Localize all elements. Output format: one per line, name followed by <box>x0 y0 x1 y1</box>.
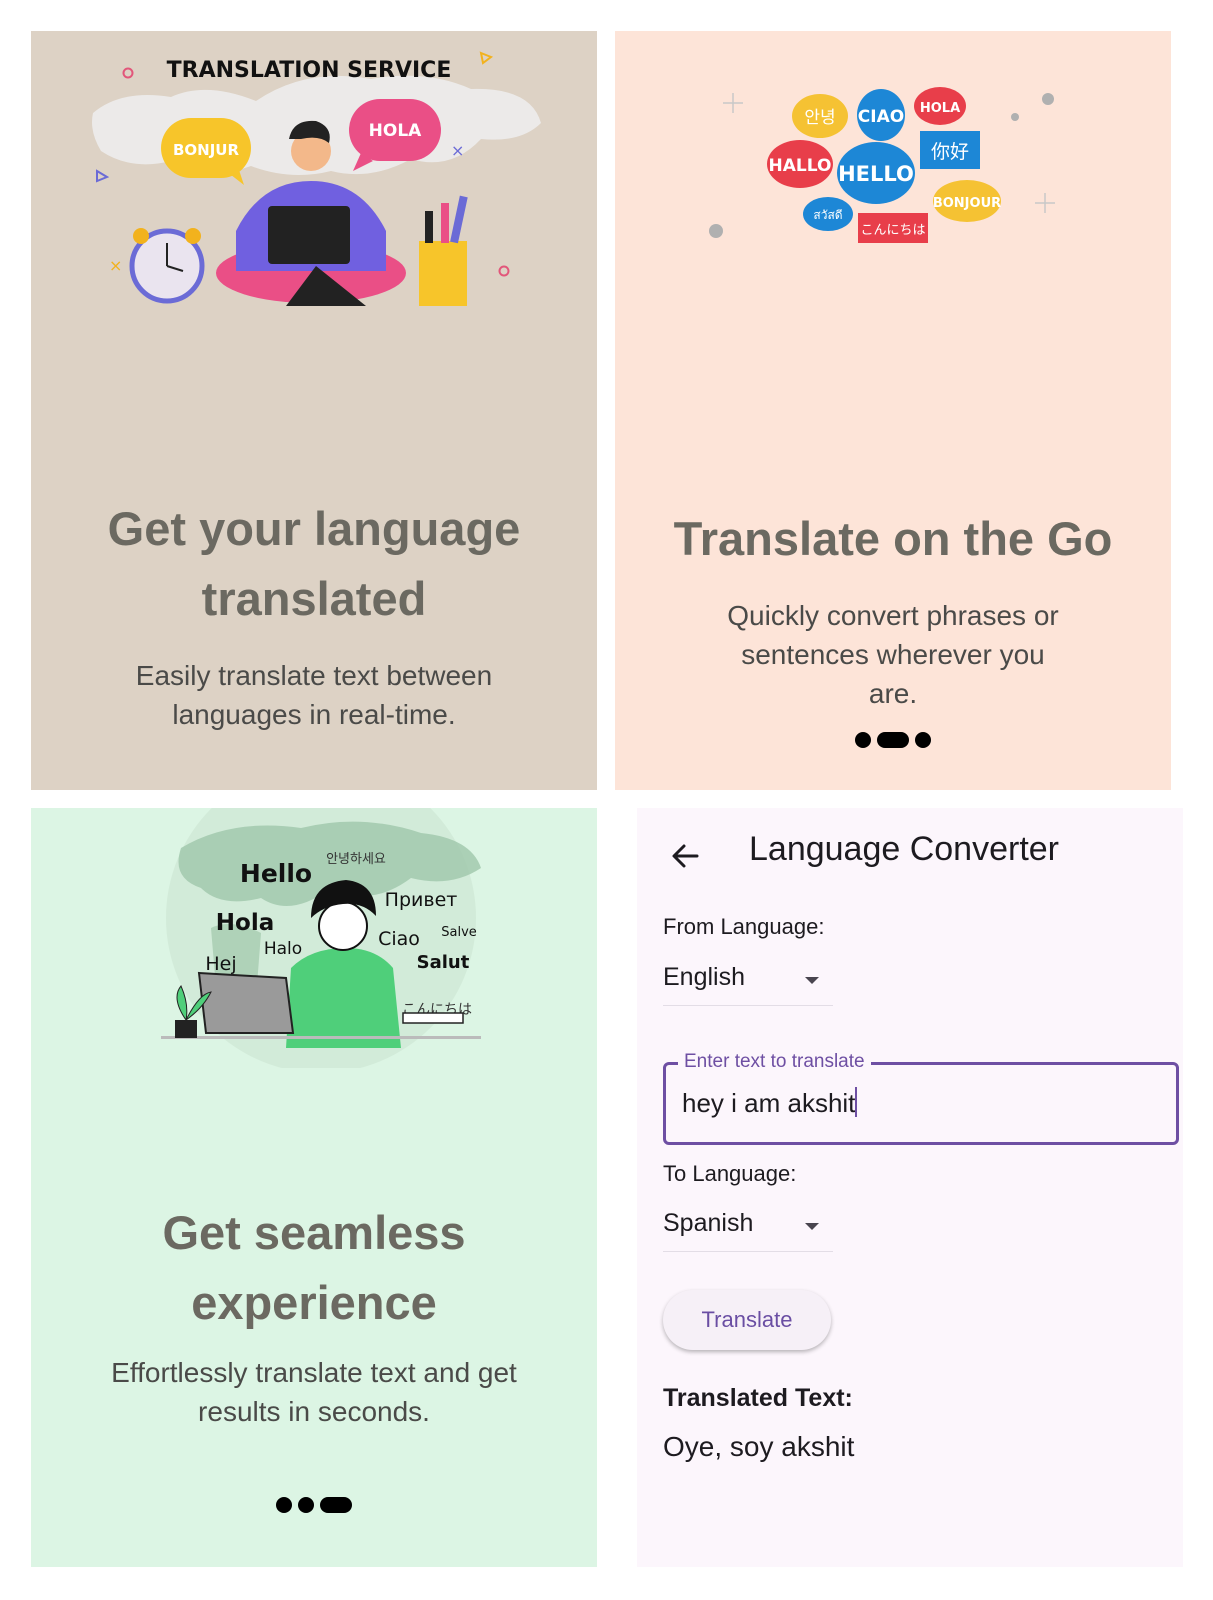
page-dot[interactable] <box>276 1497 292 1513</box>
svg-text:Hello: Hello <box>240 859 312 888</box>
svg-text:こんにちは: こんにちは <box>860 223 925 238</box>
page-indicator <box>615 732 1171 748</box>
svg-text:CIAO: CIAO <box>858 107 904 127</box>
hola-bubble-text: HOLA <box>369 121 423 141</box>
page-dot[interactable] <box>915 732 931 748</box>
to-language-dropdown[interactable]: Spanish <box>663 1209 833 1252</box>
svg-text:Salve: Salve <box>441 925 477 940</box>
to-language-label: To Language: <box>663 1161 797 1186</box>
chevron-down-icon <box>805 1223 819 1230</box>
from-language-value: English <box>663 963 745 991</box>
page-dot[interactable] <box>298 1497 314 1513</box>
translate-button[interactable]: Translate <box>663 1290 831 1350</box>
svg-text:สวัสดี: สวัสดี <box>813 208 842 222</box>
svg-text:Hola: Hola <box>216 910 274 936</box>
translated-text-value: Oye, soy akshit <box>663 1431 855 1462</box>
world-languages-illustration: Hello 안녕하세요 Привет Hola Ciao Salve Halo … <box>161 808 481 1068</box>
page-dot-active[interactable] <box>877 732 909 748</box>
onboarding-title: Get your language translated <box>107 502 521 625</box>
svg-text:HALLO: HALLO <box>769 156 832 176</box>
chevron-down-icon <box>805 977 819 984</box>
svg-text:안녕: 안녕 <box>804 108 835 128</box>
onboarding-screen-1: TRANSLATION SERVICE × × BONJUR HOLA Get … <box>31 31 597 790</box>
svg-text:Hej: Hej <box>205 953 236 975</box>
input-floating-label: Enter text to translate <box>678 1051 871 1073</box>
translation-service-illustration: TRANSLATION SERVICE × × BONJUR HOLA <box>92 51 541 306</box>
svg-text:×: × <box>109 256 122 275</box>
svg-text:Привет: Привет <box>385 889 458 911</box>
speech-bubbles-illustration: 안녕 CIAO HOLA HALLO HELLO 你好 สวัสดี BONJO… <box>709 87 1055 243</box>
from-language-label: From Language: <box>663 914 825 939</box>
svg-text:안녕하세요: 안녕하세요 <box>326 852 386 867</box>
svg-text:Salut: Salut <box>417 952 470 973</box>
arrow-left-icon[interactable] <box>667 838 703 874</box>
translated-text-label: Translated Text: <box>663 1384 853 1412</box>
to-language-value: Spanish <box>663 1209 754 1237</box>
svg-text:你好: 你好 <box>931 141 969 163</box>
input-value: hey i am akshit <box>682 1087 858 1118</box>
svg-text:Halo: Halo <box>264 939 302 959</box>
page-dot[interactable] <box>855 732 871 748</box>
app-bar-title: Language Converter <box>749 830 1060 868</box>
onboarding-subtitle: Quickly convert phrases or sentences whe… <box>727 600 1059 709</box>
onboarding-subtitle: Easily translate text between languages … <box>135 660 493 730</box>
onboarding-screen-3: Hello 안녕하세요 Привет Hola Ciao Salve Halo … <box>31 808 597 1567</box>
language-converter-screen: Language Converter From Language: Englis… <box>637 808 1183 1567</box>
onboarding-screen-2: 안녕 CIAO HOLA HALLO HELLO 你好 สวัสดี BONJO… <box>615 31 1171 790</box>
bonjur-bubble-text: BONJUR <box>173 141 239 159</box>
translate-text-input[interactable]: Enter text to translate hey i am akshit <box>663 1051 1179 1145</box>
svg-text:HELLO: HELLO <box>838 162 914 186</box>
svg-text:Ciao: Ciao <box>378 928 420 950</box>
onboarding-title: Translate on the Go <box>673 512 1113 565</box>
text-cursor <box>855 1087 858 1117</box>
translation-service-banner: TRANSLATION SERVICE <box>167 58 452 83</box>
onboarding-title: Get seamless experience <box>162 1206 466 1329</box>
from-language-dropdown[interactable]: English <box>663 963 833 1006</box>
svg-text:×: × <box>451 141 464 160</box>
page-dot-active[interactable] <box>320 1497 352 1513</box>
svg-text:HOLA: HOLA <box>920 101 960 116</box>
onboarding-subtitle: Effortlessly translate text and get resu… <box>111 1357 517 1427</box>
page-indicator <box>31 1497 597 1513</box>
svg-text:BONJOUR: BONJOUR <box>933 196 1001 211</box>
